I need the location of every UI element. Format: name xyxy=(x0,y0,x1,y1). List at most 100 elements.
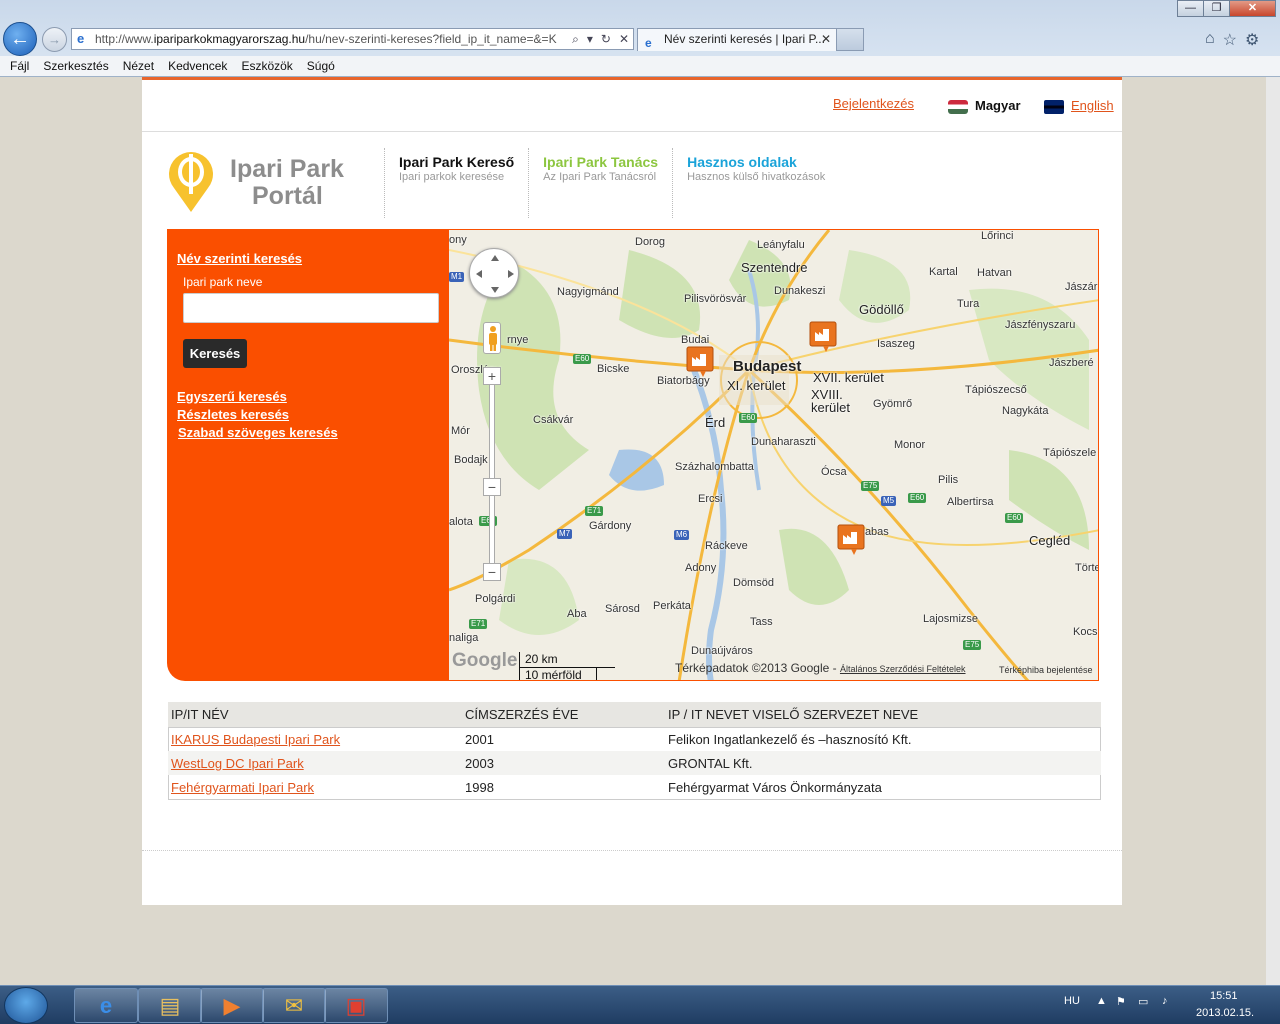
map-label: Dömsöd xyxy=(733,577,774,589)
nav-item-kereso[interactable]: Ipari Park Kereső Ipari parkok keresése xyxy=(384,148,528,218)
nav-item-hasznos[interactable]: Hasznos oldalak Hasznos külső hivatkozás… xyxy=(672,148,839,218)
back-button[interactable]: ← xyxy=(3,22,37,56)
settings-gear-icon[interactable]: ⚙ xyxy=(1245,30,1259,50)
map-label: Kocsé xyxy=(1073,626,1098,638)
road-sign: M7 xyxy=(557,529,573,539)
clock-time[interactable]: 15:51 xyxy=(1210,990,1238,1002)
col-header-name[interactable]: IP/IT NÉV xyxy=(168,702,462,728)
zoom-out-button[interactable]: − xyxy=(483,563,501,581)
stop-icon[interactable]: ✕ xyxy=(619,29,629,49)
address-bar[interactable]: e http://www.ipariparkokmagyarorszag.hu/h… xyxy=(71,28,634,50)
zoom-slider-handle[interactable]: − xyxy=(483,478,501,496)
report-map-error-link[interactable]: Térképhiba bejelentése xyxy=(999,665,1093,675)
menu-edit[interactable]: Szerkesztés xyxy=(43,56,108,76)
url-path: /hu/nev-szerinti-kereses?field_ip_it_nam… xyxy=(305,32,557,46)
map-label: Dunakeszi xyxy=(774,285,826,297)
road-sign: E75 xyxy=(861,481,880,491)
taskbar: e ▤ ▶ ✉ ▣ HU ▲ ⚑ ▭ ♪ 15:51 2013.02.15. xyxy=(0,985,1280,1024)
results-table: IP/IT NÉV CÍMSZERZÉS ÉVE IP / IT NEVET V… xyxy=(168,702,1101,799)
clock-date[interactable]: 2013.02.15. xyxy=(1196,1007,1254,1019)
table-row: Fehérgyarmati Ipari Park 1998 Fehérgyarm… xyxy=(168,775,1101,799)
map-label: Budai xyxy=(681,334,710,346)
logo-line2: Portál xyxy=(252,182,323,210)
top-bar: Bejelentkezés Magyar English xyxy=(142,80,1122,132)
show-hidden-icons-icon[interactable]: ▲ xyxy=(1096,995,1107,1007)
industrial-park-marker[interactable] xyxy=(837,524,865,555)
taskbar-powerpoint-icon[interactable]: ▣ xyxy=(324,988,388,1023)
industrial-park-marker[interactable] xyxy=(809,321,837,352)
cell-year: 2001 xyxy=(465,731,494,747)
main-nav: Ipari Park Kereső Ipari parkok keresése … xyxy=(384,148,839,218)
site-logo[interactable]: Ipari Park Portál xyxy=(166,148,366,216)
map-label: Nagyigmánd xyxy=(557,286,619,298)
volume-icon[interactable]: ♪ xyxy=(1162,995,1168,1007)
taskbar-explorer-icon[interactable]: ▤ xyxy=(138,988,202,1023)
taskbar-media-icon[interactable]: ▶ xyxy=(200,988,264,1023)
map-label: Érd xyxy=(705,415,726,430)
nav-title: Ipari Park Kereső xyxy=(399,154,515,170)
language-hungarian[interactable]: Magyar xyxy=(948,98,1021,114)
park-link[interactable]: IKARUS Budapesti Ipari Park xyxy=(171,732,340,747)
new-tab-button[interactable] xyxy=(836,28,864,51)
menu-view[interactable]: Nézet xyxy=(123,56,154,76)
map-label: Tura xyxy=(957,298,980,310)
login-link[interactable]: Bejelentkezés xyxy=(833,96,914,111)
google-logo[interactable]: Google xyxy=(452,650,517,672)
favorites-icon[interactable]: ☆ xyxy=(1223,30,1237,50)
park-name-input[interactable] xyxy=(183,293,439,323)
table-header-row: IP/IT NÉV CÍMSZERZÉS ÉVE IP / IT NEVET V… xyxy=(168,702,1101,728)
map-label: Csákvár xyxy=(533,414,574,426)
search-by-name-title[interactable]: Név szerinti keresés xyxy=(177,251,302,266)
taskbar-outlook-icon[interactable]: ✉ xyxy=(262,988,326,1023)
forward-button[interactable]: → xyxy=(42,27,67,52)
menu-favorites[interactable]: Kedvencek xyxy=(168,56,227,76)
nav-item-tanacs[interactable]: Ipari Park Tanács Az Ipari Park Tanácsró… xyxy=(528,148,672,218)
street-view-pegman-icon[interactable] xyxy=(483,322,501,354)
refresh-icon[interactable]: ↻ xyxy=(601,29,611,49)
map-label: Százhalombatta xyxy=(675,461,754,473)
action-center-flag-icon[interactable]: ⚑ xyxy=(1116,995,1126,1008)
minimize-button[interactable]: — xyxy=(1177,0,1204,17)
zoom-in-button[interactable]: + xyxy=(483,367,501,385)
menu-tools[interactable]: Eszközök xyxy=(241,56,292,76)
vertical-scrollbar[interactable] xyxy=(1266,77,1280,985)
col-header-year[interactable]: CÍMSZERZÉS ÉVE xyxy=(462,702,665,728)
map-label: Kartal xyxy=(929,266,958,278)
tab-active[interactable]: e Név szerinti keresés | Ipari P... ✕ xyxy=(637,28,837,51)
park-link[interactable]: WestLog DC Ipari Park xyxy=(171,756,304,771)
browser-icons: ⌂ ☆ ⚙ xyxy=(1205,30,1259,50)
map-label: Hatvan xyxy=(977,267,1012,279)
terms-link[interactable]: Általános Szerződési Feltételek xyxy=(840,664,966,674)
language-indicator[interactable]: HU xyxy=(1064,995,1080,1007)
map-label: Ráckeve xyxy=(705,540,748,552)
menu-file[interactable]: Fájl xyxy=(10,56,29,76)
detailed-search-link[interactable]: Részletes keresés xyxy=(177,407,289,422)
zoom-slider[interactable] xyxy=(489,368,495,580)
map-label: Ercsi xyxy=(698,493,723,505)
map-label: Albertirsa xyxy=(947,496,994,508)
search-button[interactable]: Keresés xyxy=(183,339,247,368)
map-label: Gyömrő xyxy=(873,398,913,410)
cell-name: Fehérgyarmati Ipari Park xyxy=(168,775,462,799)
col-header-org[interactable]: IP / IT NEVET VISELŐ SZERVEZET NEVE xyxy=(665,702,1101,728)
network-icon[interactable]: ▭ xyxy=(1138,995,1148,1008)
map[interactable]: ony Dorog Leányfalu Lőrinci Szentendre K… xyxy=(448,229,1099,681)
simple-search-link[interactable]: Egyszerű keresés xyxy=(177,389,287,404)
menu-help[interactable]: Súgó xyxy=(307,56,335,76)
park-link[interactable]: Fehérgyarmati Ipari Park xyxy=(171,780,314,795)
tab-close-icon[interactable]: ✕ xyxy=(821,29,831,50)
home-icon[interactable]: ⌂ xyxy=(1205,30,1215,50)
industrial-park-marker[interactable] xyxy=(686,346,714,377)
language-english[interactable]: English xyxy=(1044,98,1114,114)
maximize-button[interactable]: ❐ xyxy=(1203,0,1230,17)
dropdown-icon[interactable]: ▾ xyxy=(587,29,593,49)
cell-year: 2003 xyxy=(462,751,665,775)
close-window-button[interactable]: ✕ xyxy=(1229,0,1276,17)
start-button[interactable] xyxy=(4,987,48,1024)
web-page: Bejelentkezés Magyar English Ipari Park … xyxy=(142,77,1122,905)
map-pan-control[interactable] xyxy=(469,248,519,298)
search-icon[interactable]: ⌕ xyxy=(572,29,579,49)
nav-title: Hasznos oldalak xyxy=(687,154,797,170)
freetext-search-link[interactable]: Szabad szöveges keresés xyxy=(178,425,338,440)
taskbar-ie-icon[interactable]: e xyxy=(74,988,138,1023)
